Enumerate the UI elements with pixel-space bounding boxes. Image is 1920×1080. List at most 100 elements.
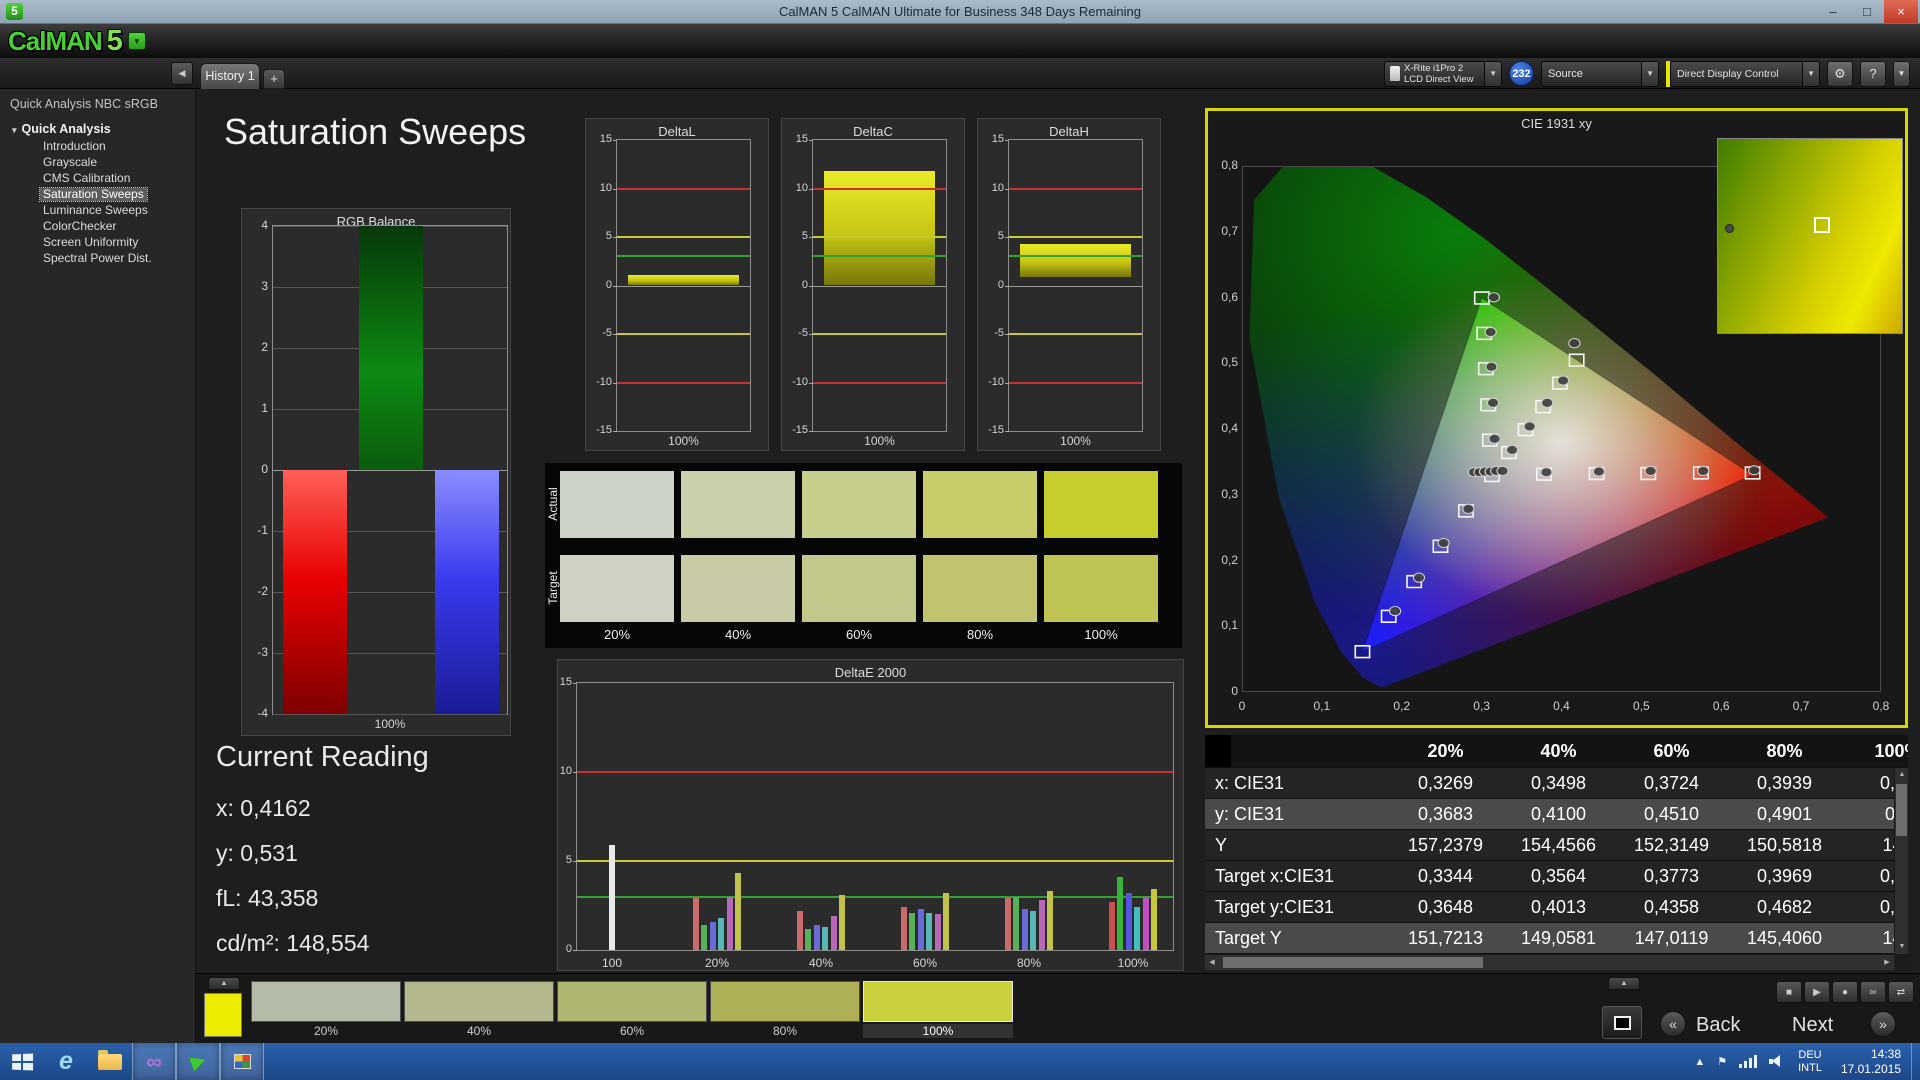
record-button[interactable]: ● bbox=[1832, 981, 1858, 1003]
pattern-swatch-100%[interactable]: 100% bbox=[863, 974, 1013, 1040]
workflow-dropdown-button[interactable]: ▼ bbox=[1893, 61, 1910, 87]
meter-selector[interactable]: X-Rite i1Pro 2 LCD Direct View ▼ bbox=[1384, 61, 1502, 87]
swatch-row-label: Actual bbox=[546, 472, 560, 536]
chevron-down-icon[interactable]: ▼ bbox=[1802, 62, 1819, 86]
sidebar-item-luminance-sweeps[interactable]: Luminance Sweeps bbox=[40, 204, 151, 217]
maximize-button[interactable]: □ bbox=[1850, 0, 1884, 23]
tree-root[interactable]: ▾Quick Analysis bbox=[0, 117, 195, 140]
table-value: 147,0119 bbox=[1615, 923, 1728, 953]
help-button[interactable]: ? bbox=[1860, 61, 1886, 87]
pattern-swatch-60%[interactable]: 60% bbox=[557, 974, 707, 1040]
display-control-selector[interactable]: Direct Display Control ▼ bbox=[1670, 61, 1820, 87]
taskbar-item-pattern-generator[interactable] bbox=[220, 1043, 264, 1080]
column-header: 20% bbox=[1389, 735, 1502, 767]
network-icon[interactable] bbox=[1739, 1055, 1757, 1068]
reference-line bbox=[813, 255, 946, 257]
taskbar-item-visual-studio[interactable]: ∞ bbox=[132, 1043, 176, 1080]
sidebar-item-cms-calibration[interactable]: CMS Calibration bbox=[40, 172, 133, 185]
calman-logo[interactable]: CalMAN5 ▼ bbox=[8, 24, 146, 58]
table-horizontal-scrollbar[interactable]: ◀ ▶ bbox=[1205, 954, 1894, 970]
deltae-bar bbox=[1134, 907, 1140, 950]
sidebar-item-saturation-sweeps[interactable]: Saturation Sweeps bbox=[40, 188, 147, 201]
deltae-bar bbox=[839, 895, 845, 950]
actual-swatch-40% bbox=[681, 471, 795, 538]
scrollbar-thumb[interactable] bbox=[1896, 784, 1907, 836]
sidebar-item-spectral-power-dist-[interactable]: Spectral Power Dist. bbox=[40, 252, 155, 265]
chart-title: DeltaH bbox=[978, 124, 1160, 139]
pattern-swatch-20%[interactable]: 20% bbox=[251, 974, 401, 1040]
chevron-down-icon[interactable]: ▼ bbox=[1484, 62, 1501, 86]
clock[interactable]: 14:38 17.01.2015 bbox=[1841, 1047, 1901, 1077]
show-desktop-button[interactable] bbox=[1911, 1043, 1920, 1080]
start-button[interactable] bbox=[0, 1043, 44, 1080]
swatch-label: 100% bbox=[863, 1024, 1013, 1038]
source-selector[interactable]: Source ▼ bbox=[1541, 61, 1659, 87]
sidebar-item-introduction[interactable]: Introduction bbox=[40, 140, 109, 153]
expander-handle[interactable]: ▲ bbox=[208, 977, 240, 990]
pattern-window-button[interactable] bbox=[1602, 1006, 1642, 1039]
pattern-color-preview[interactable] bbox=[204, 993, 242, 1037]
deltae-bar bbox=[822, 927, 828, 950]
scroll-left-icon[interactable]: ◀ bbox=[1205, 955, 1219, 970]
page-title: Saturation Sweeps bbox=[224, 111, 526, 153]
pattern-swatch-40%[interactable]: 40% bbox=[404, 974, 554, 1040]
x-axis-label: 40% bbox=[791, 956, 851, 970]
table-row: Target x:CIE310,33440,35640,37730,39690,… bbox=[1205, 861, 1908, 892]
swatch-color bbox=[557, 981, 707, 1022]
reference-line bbox=[813, 333, 946, 335]
sidebar-collapse-button[interactable]: ◀ bbox=[171, 62, 193, 85]
settings-button[interactable]: ⚙ bbox=[1827, 61, 1853, 87]
volume-icon[interactable] bbox=[1769, 1055, 1783, 1068]
meter-count-badge: 232 bbox=[1509, 61, 1534, 86]
scroll-up-icon[interactable]: ▲ bbox=[1895, 768, 1908, 782]
deltae-bar bbox=[1126, 893, 1132, 950]
minimize-button[interactable]: – bbox=[1816, 0, 1850, 23]
table-value: 0,3498 bbox=[1502, 768, 1615, 798]
language-indicator[interactable]: DEU INTL bbox=[1798, 1049, 1822, 1074]
calman-window: 5 CalMAN 5 CalMAN Ultimate for Business … bbox=[0, 0, 1920, 1080]
back-button[interactable]: Back bbox=[1696, 1014, 1740, 1037]
help-icon: ? bbox=[1869, 66, 1876, 81]
expander-handle[interactable]: ▲ bbox=[1608, 977, 1640, 990]
reference-line bbox=[617, 255, 750, 257]
swap-button[interactable]: ⇄ bbox=[1888, 981, 1914, 1003]
logo-dropdown-icon[interactable]: ▼ bbox=[128, 32, 146, 50]
reference-line bbox=[1009, 382, 1142, 384]
actual-swatch-60% bbox=[802, 471, 916, 538]
scroll-down-icon[interactable]: ▼ bbox=[1895, 940, 1908, 954]
table-vertical-scrollbar[interactable]: ▲ ▼ bbox=[1894, 768, 1908, 954]
sidebar-item-colorchecker[interactable]: ColorChecker bbox=[40, 220, 119, 233]
scroll-right-icon[interactable]: ▶ bbox=[1880, 955, 1894, 970]
pattern-swatch-80%[interactable]: 80% bbox=[710, 974, 860, 1040]
loop-button[interactable]: ∞ bbox=[1860, 981, 1886, 1003]
sidebar-item-grayscale[interactable]: Grayscale bbox=[40, 156, 100, 169]
taskbar: e ∞ ▶ ▲ ⚑ DEU INTL 14:38 17.01.2015 bbox=[0, 1043, 1920, 1080]
taskbar-item-explorer[interactable] bbox=[88, 1043, 132, 1080]
chevron-down-icon[interactable]: ▼ bbox=[1641, 62, 1658, 86]
stop-button[interactable]: ■ bbox=[1776, 981, 1802, 1003]
next-arrow-button[interactable]: » bbox=[1870, 1011, 1896, 1037]
cie-data-table: 20%40%60%80%100%x: CIE310,32690,34980,37… bbox=[1205, 735, 1908, 970]
add-tab-button[interactable]: + bbox=[263, 69, 285, 89]
y-axis-label: 5 bbox=[978, 230, 1004, 242]
toolbar-controls: X-Rite i1Pro 2 LCD Direct View ▼ 232 Sou… bbox=[1384, 60, 1910, 87]
reference-line bbox=[577, 771, 1173, 773]
play-button[interactable]: ▶ bbox=[1804, 981, 1830, 1003]
cie-measured-point bbox=[1486, 362, 1497, 371]
date: 17.01.2015 bbox=[1841, 1062, 1901, 1077]
taskbar-item-calman[interactable]: ▶ bbox=[176, 1043, 220, 1080]
taskbar-item-ie[interactable]: e bbox=[44, 1043, 88, 1080]
sidebar-item-screen-uniformity[interactable]: Screen Uniformity bbox=[40, 236, 141, 249]
close-button[interactable]: × bbox=[1884, 0, 1918, 23]
tray-flag-icon[interactable]: ⚑ bbox=[1717, 1055, 1727, 1068]
table-row: Target Y151,7213149,0581147,0119145,4060… bbox=[1205, 923, 1908, 954]
tab-history[interactable]: History 1 bbox=[200, 63, 260, 89]
back-arrow-button[interactable]: « bbox=[1660, 1011, 1686, 1037]
cie-zoom-inset bbox=[1717, 138, 1903, 334]
scrollbar-thumb[interactable] bbox=[1223, 957, 1483, 968]
y-axis-label: 0 bbox=[1210, 684, 1238, 698]
tray-up-icon[interactable]: ▲ bbox=[1694, 1056, 1705, 1068]
cie-measured-point bbox=[1438, 538, 1449, 547]
row-label: Y bbox=[1205, 830, 1389, 860]
next-button[interactable]: Next bbox=[1792, 1014, 1833, 1037]
